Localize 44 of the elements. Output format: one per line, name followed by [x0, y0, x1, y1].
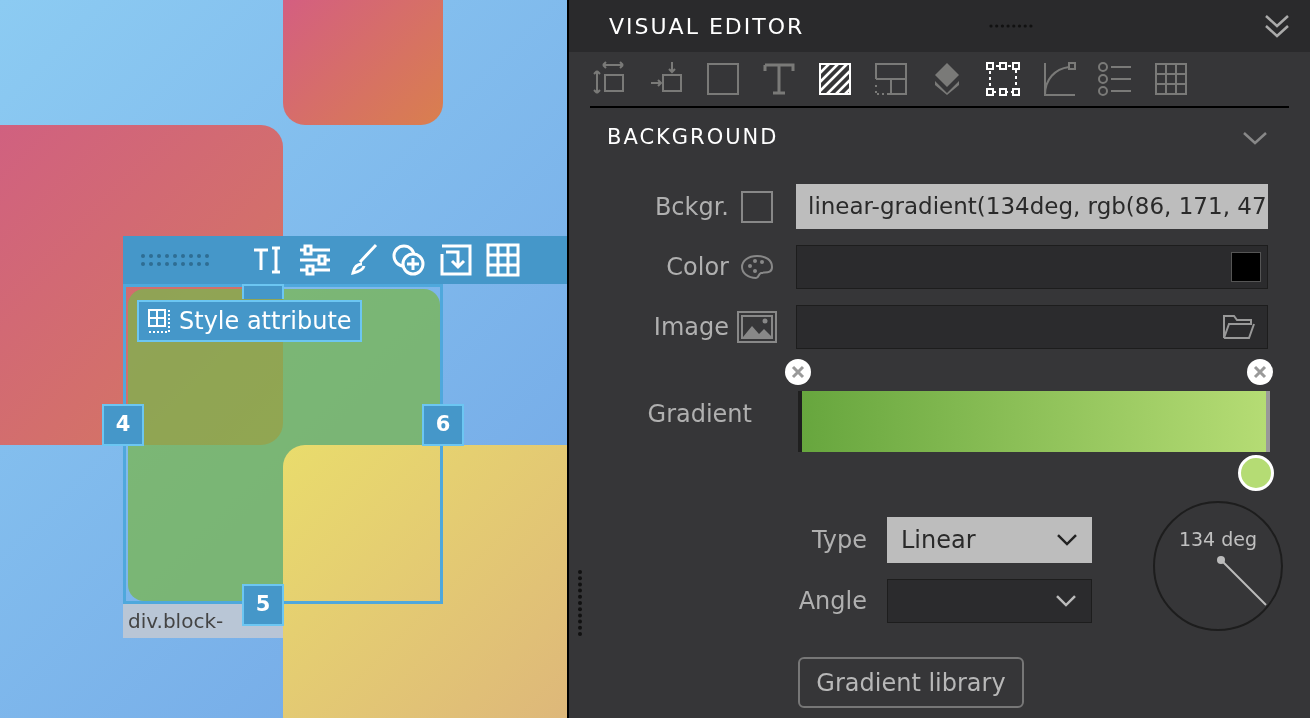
resize-handle-icon[interactable] — [577, 569, 583, 637]
sliders-icon[interactable] — [297, 242, 333, 278]
dial-reading: 134 deg — [1178, 527, 1258, 552]
dial-needle-icon — [1216, 554, 1268, 607]
hatched-square-icon[interactable] — [817, 61, 853, 97]
square-icon[interactable] — [741, 190, 773, 223]
color-stop-handle[interactable] — [1238, 455, 1274, 491]
spacing-handle[interactable] — [242, 284, 284, 299]
panel-title: VISUAL EDITOR — [609, 12, 806, 41]
import-icon[interactable] — [438, 242, 474, 278]
element-label: div.block- — [128, 608, 224, 635]
layout-icon[interactable] — [873, 61, 909, 97]
field-label: Bckgr. — [653, 191, 729, 223]
grid-icon[interactable] — [485, 242, 521, 278]
field-label: Image — [652, 312, 729, 343]
chevron-down-icon — [1056, 533, 1078, 547]
collapse-icon[interactable] — [1264, 14, 1290, 38]
field-label: Type — [810, 525, 867, 556]
image-icon[interactable] — [737, 311, 777, 343]
chevron-down-icon — [1055, 594, 1077, 608]
text-icon[interactable] — [761, 61, 797, 97]
section-header[interactable]: BACKGROUND — [569, 108, 1310, 168]
drag-handle-icon[interactable] — [139, 251, 211, 269]
field-label: Angle — [797, 586, 867, 617]
color-swatch[interactable] — [1231, 252, 1261, 282]
remove-stop-button[interactable] — [784, 358, 812, 386]
square-icon[interactable] — [705, 61, 741, 97]
color-field[interactable] — [796, 245, 1268, 289]
palette-icon[interactable] — [740, 254, 774, 280]
image-field[interactable] — [796, 305, 1268, 349]
field-label: Color — [665, 252, 729, 283]
grid-icon[interactable] — [1153, 61, 1189, 97]
folder-icon[interactable] — [1223, 314, 1255, 340]
remove-stop-button[interactable] — [1246, 358, 1274, 386]
grid-icon — [147, 308, 173, 334]
tag-label: Style attribute — [179, 306, 352, 337]
gradient-library-button[interactable]: Gradient library — [798, 657, 1024, 708]
type-select[interactable]: Linear — [887, 517, 1092, 563]
add-circle-icon[interactable] — [391, 242, 427, 278]
curve-icon[interactable] — [1041, 61, 1077, 97]
angle-dial[interactable]: 134 deg — [1153, 501, 1283, 631]
background-field[interactable]: linear-gradient(134deg, rgb(86, 171, 47 — [796, 184, 1268, 229]
field-label: Gradient — [646, 399, 752, 430]
list-icon[interactable] — [1097, 61, 1133, 97]
